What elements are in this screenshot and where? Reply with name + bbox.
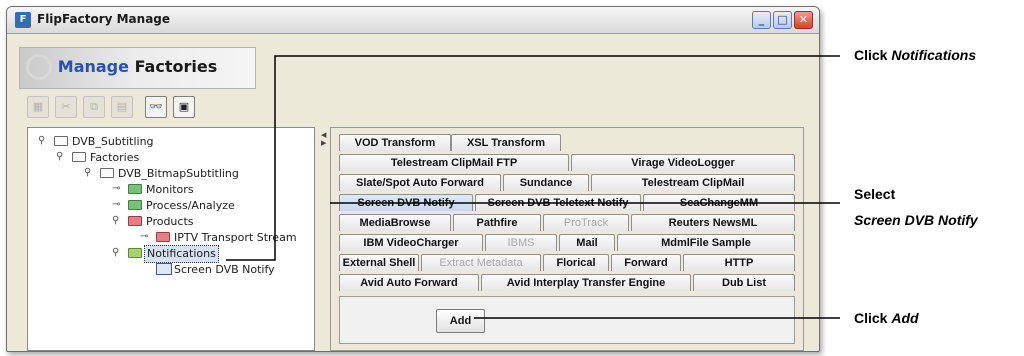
new-icon[interactable]: ▦ (27, 96, 49, 118)
tab-ibms[interactable]: IBMS (485, 234, 557, 251)
tree-item-label: Process/Analyze (146, 199, 235, 212)
tab-xsl-transform[interactable]: XSL Transform (451, 134, 561, 151)
tab-virage-videologger[interactable]: Virage VideoLogger (571, 154, 795, 171)
folder-icon (128, 248, 142, 258)
tab-avid-auto-forward[interactable]: Avid Auto Forward (339, 274, 479, 291)
tab-avid-interplay-transfer-engine[interactable]: Avid Interplay Transfer Engine (481, 274, 691, 291)
callout-add-verb: Click (854, 310, 888, 326)
tab-reuters-newsml[interactable]: Reuters NewsML (631, 214, 795, 231)
tree-expand-toggle-icon[interactable]: ⚲ (112, 215, 119, 226)
splitter-left-arrow-icon[interactable]: ◀ (321, 131, 326, 139)
folder-icon (128, 200, 142, 210)
tab-http[interactable]: HTTP (683, 254, 795, 271)
tab-slate-spot-auto-forward[interactable]: Slate/Spot Auto Forward (339, 174, 501, 191)
tree-item-label: Monitors (146, 183, 194, 196)
add-button[interactable]: Add (436, 309, 485, 333)
tab-mdmlfile-sample[interactable]: MdmlFile Sample (617, 234, 795, 251)
minimize-icon: _ (758, 13, 765, 26)
callout-select-target: Screen DVB Notify (854, 212, 978, 228)
copy-icon[interactable]: ⧉ (83, 96, 105, 118)
tree-item-label: Notifications (144, 245, 219, 263)
callout-notifications-target: Notifications (891, 47, 977, 63)
folder-icon (100, 168, 114, 178)
pane-splitter[interactable]: ◀ ▶ (320, 127, 328, 349)
callout-select-target-text: Screen DVB Notify (854, 212, 978, 228)
paste-icon[interactable]: ▤ (111, 96, 133, 118)
window-title: FlipFactory Manage (37, 12, 171, 26)
flipfactory-window: F FlipFactory Manage _ □ ✕ Manage Factor… (6, 6, 820, 352)
tree-item-label: Factories (90, 151, 140, 164)
manage-factories-banner: Manage Factories (19, 47, 256, 89)
callout-notifications-verb: Click (854, 47, 888, 63)
tab-screen-dvb-notify[interactable]: Screen DVB Notify (339, 194, 473, 211)
factory-tree[interactable]: ⚲ DVB_Subtitling ⚲ Factories ⚲ DVB_BitmapSubt… (27, 127, 315, 351)
monitor-icon (156, 263, 172, 275)
banner-title-accent: Manage (57, 57, 129, 76)
maximize-icon: □ (777, 13, 788, 26)
callout-click-notifications: Click Notifications (854, 47, 976, 63)
tab-mediabrowse[interactable]: MediaBrowse (339, 214, 451, 231)
cut-icon[interactable]: ✂ (55, 96, 77, 118)
banner-title-rest: Factories (134, 57, 218, 76)
tab-protrack[interactable]: ProTrack (543, 214, 629, 231)
folder-icon (54, 136, 68, 146)
tree-expand-toggle-icon[interactable]: ⚲ (38, 135, 45, 146)
toolbar: ▦ ✂ ⧉ ▤ 👓 ▣ (19, 93, 254, 123)
tab-pathfire[interactable]: Pathfire (453, 214, 541, 231)
flipfactory-app-icon: F (15, 12, 31, 28)
tree-expand-toggle-icon[interactable]: ⊸ (112, 183, 120, 194)
tree-item-label: Products (146, 215, 194, 228)
tree-expand-toggle-icon[interactable]: ⚲ (84, 167, 91, 178)
tab-dub-list[interactable]: Dub List (693, 274, 795, 291)
tab-forward[interactable]: Forward (611, 254, 681, 271)
tree-item-label: IPTV Transport Stream (174, 231, 297, 244)
tab-content-area: Add (339, 296, 795, 344)
tree-expand-toggle-icon[interactable]: ⚲ (112, 247, 119, 258)
tab-sundance[interactable]: Sundance (503, 174, 589, 191)
tree-item-label: DVB_BitmapSubtitling (118, 167, 239, 180)
close-icon: ✕ (798, 13, 809, 26)
tab-screen-dvb-teletext-notify[interactable]: Screen DVB Teletext Notify (475, 194, 641, 211)
tab-external-shell[interactable]: External Shell (339, 254, 419, 271)
close-button[interactable]: ✕ (794, 11, 813, 29)
tab-ibm-videocharger[interactable]: IBM VideoCharger (339, 234, 483, 251)
tree-expand-toggle-icon[interactable]: ⊸ (140, 231, 148, 242)
folder-icon (156, 232, 170, 242)
splitter-right-arrow-icon[interactable]: ▶ (321, 139, 326, 147)
tree-item-label: Screen DVB Notify (174, 263, 275, 276)
folder-icon (128, 184, 142, 194)
banner-title: Manage Factories (20, 57, 255, 76)
minimize-button[interactable]: _ (752, 11, 771, 29)
callout-click-add: Click Add (854, 310, 919, 326)
save-icon[interactable]: ▣ (173, 96, 195, 118)
tab-seachangemm[interactable]: SeaChangeMM (643, 194, 795, 211)
callout-add-target: Add (891, 310, 919, 326)
folder-icon (128, 216, 142, 226)
tab-telestream-clipmail[interactable]: Telestream ClipMail (591, 174, 795, 191)
notification-types-panel: Add VOD Transform XSL Transform Telestream… (330, 127, 804, 351)
folder-icon (72, 152, 86, 162)
tab-telestream-clipmail-ftp[interactable]: Telestream ClipMail FTP (339, 154, 569, 171)
binoculars-icon[interactable]: 👓 (145, 96, 167, 118)
tree-item-label: DVB_Subtitling (72, 135, 154, 148)
title-bar[interactable]: F FlipFactory Manage _ □ ✕ (7, 7, 819, 34)
callout-select-verb: Select (854, 186, 896, 202)
tab-vod-transform[interactable]: VOD Transform (339, 134, 451, 151)
tree-expand-toggle-icon[interactable]: ⚲ (56, 151, 63, 162)
tab-mail[interactable]: Mail (559, 234, 615, 251)
maximize-button[interactable]: □ (773, 11, 792, 29)
tree-expand-toggle-icon[interactable]: ⊸ (112, 199, 120, 210)
tab-extract-metadata[interactable]: Extract Metadata (421, 254, 541, 271)
tab-florical[interactable]: Florical (543, 254, 609, 271)
